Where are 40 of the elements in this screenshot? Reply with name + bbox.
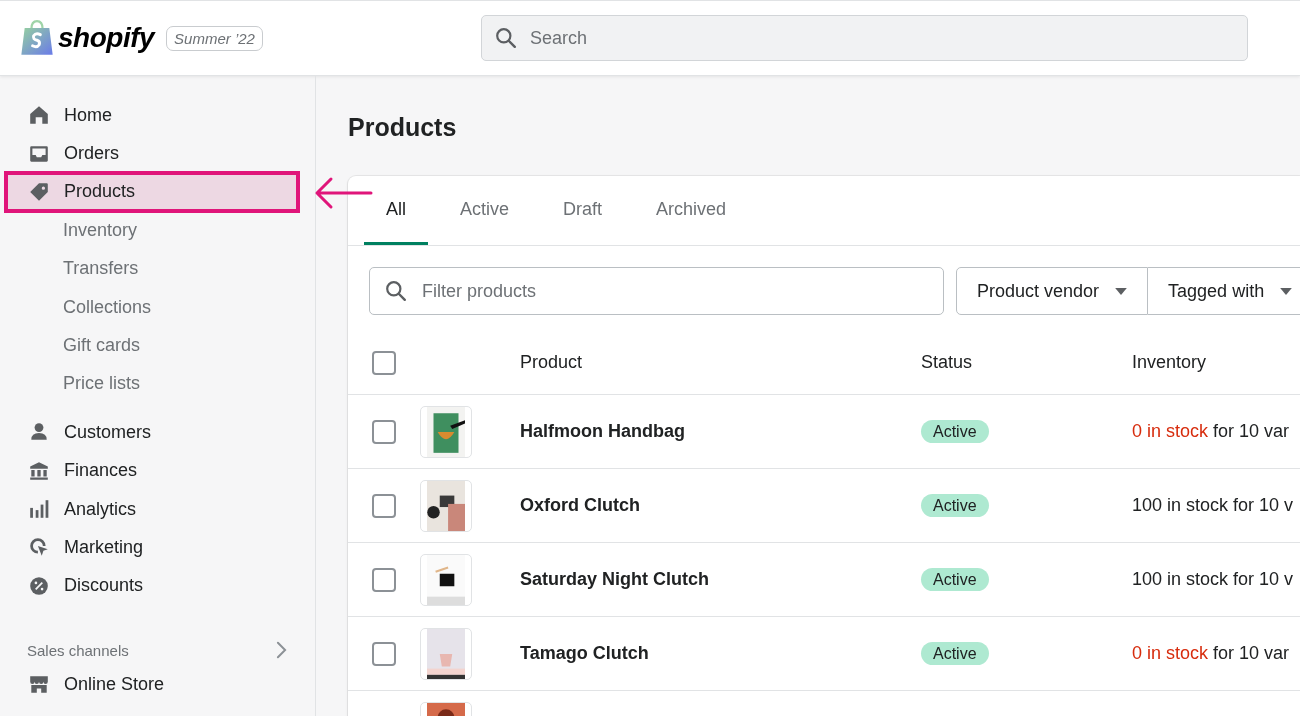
column-header: Status [921,352,973,372]
sidebar-subitem[interactable]: Inventory [0,211,315,250]
sidebar-subitem[interactable]: Gift cards [0,326,315,365]
section-heading: Sales channels [27,641,129,659]
sidebar-item[interactable]: Home [0,96,315,135]
brand-name: shopify [58,22,155,54]
sidebar-subitem[interactable]: Transfers [0,249,315,288]
filter-dropdown[interactable]: Tagged with [1148,267,1300,315]
inventory-text: 100 in stock for 10 v [1132,495,1294,515]
status-badge: Active [921,420,989,443]
filter-dropdown[interactable]: Product vendor [956,267,1149,315]
product-name[interactable]: Tamago Clutch [520,643,649,663]
sidebar-item[interactable]: Online Store [0,665,315,704]
sidebar-item[interactable]: Finances [0,451,315,490]
product-name[interactable]: Saturday Night Clutch [520,569,709,589]
inventory-text: 100 in stock for 10 v [1132,569,1294,589]
status-badge: Active [921,494,989,517]
product-name[interactable]: Oxford Clutch [520,495,640,515]
page-title: Products [348,112,458,143]
search-field[interactable]: Search [481,15,1248,61]
status-badge: Active [921,642,989,665]
sidebar-item[interactable]: Marketing [0,528,315,567]
product-name[interactable]: Halfmoon Handbag [520,421,685,441]
column-header: Product [520,352,583,372]
filter-field[interactable]: Filter products [369,267,944,315]
edition-badge: Summer ’22 [166,25,263,51]
sidebar-item[interactable]: Orders [0,134,315,173]
status-badge: Active [921,568,989,591]
inventory-text: 0 in stock for 10 var [1132,643,1290,663]
tab[interactable]: Active [438,176,532,245]
tab[interactable]: Draft [541,176,625,245]
sidebar-subitem[interactable]: Collections [0,287,315,327]
tab[interactable]: Archived [634,176,749,245]
sidebar-item[interactable]: Customers [0,413,315,452]
tab[interactable]: All [364,176,428,245]
inventory-text: 0 in stock for 10 var [1132,421,1290,441]
column-header: Inventory [1132,352,1207,372]
sidebar-subitem[interactable]: Price lists [0,364,315,404]
sidebar-item[interactable]: Discounts [0,566,315,606]
sidebar-item[interactable]: Analytics [0,489,315,529]
